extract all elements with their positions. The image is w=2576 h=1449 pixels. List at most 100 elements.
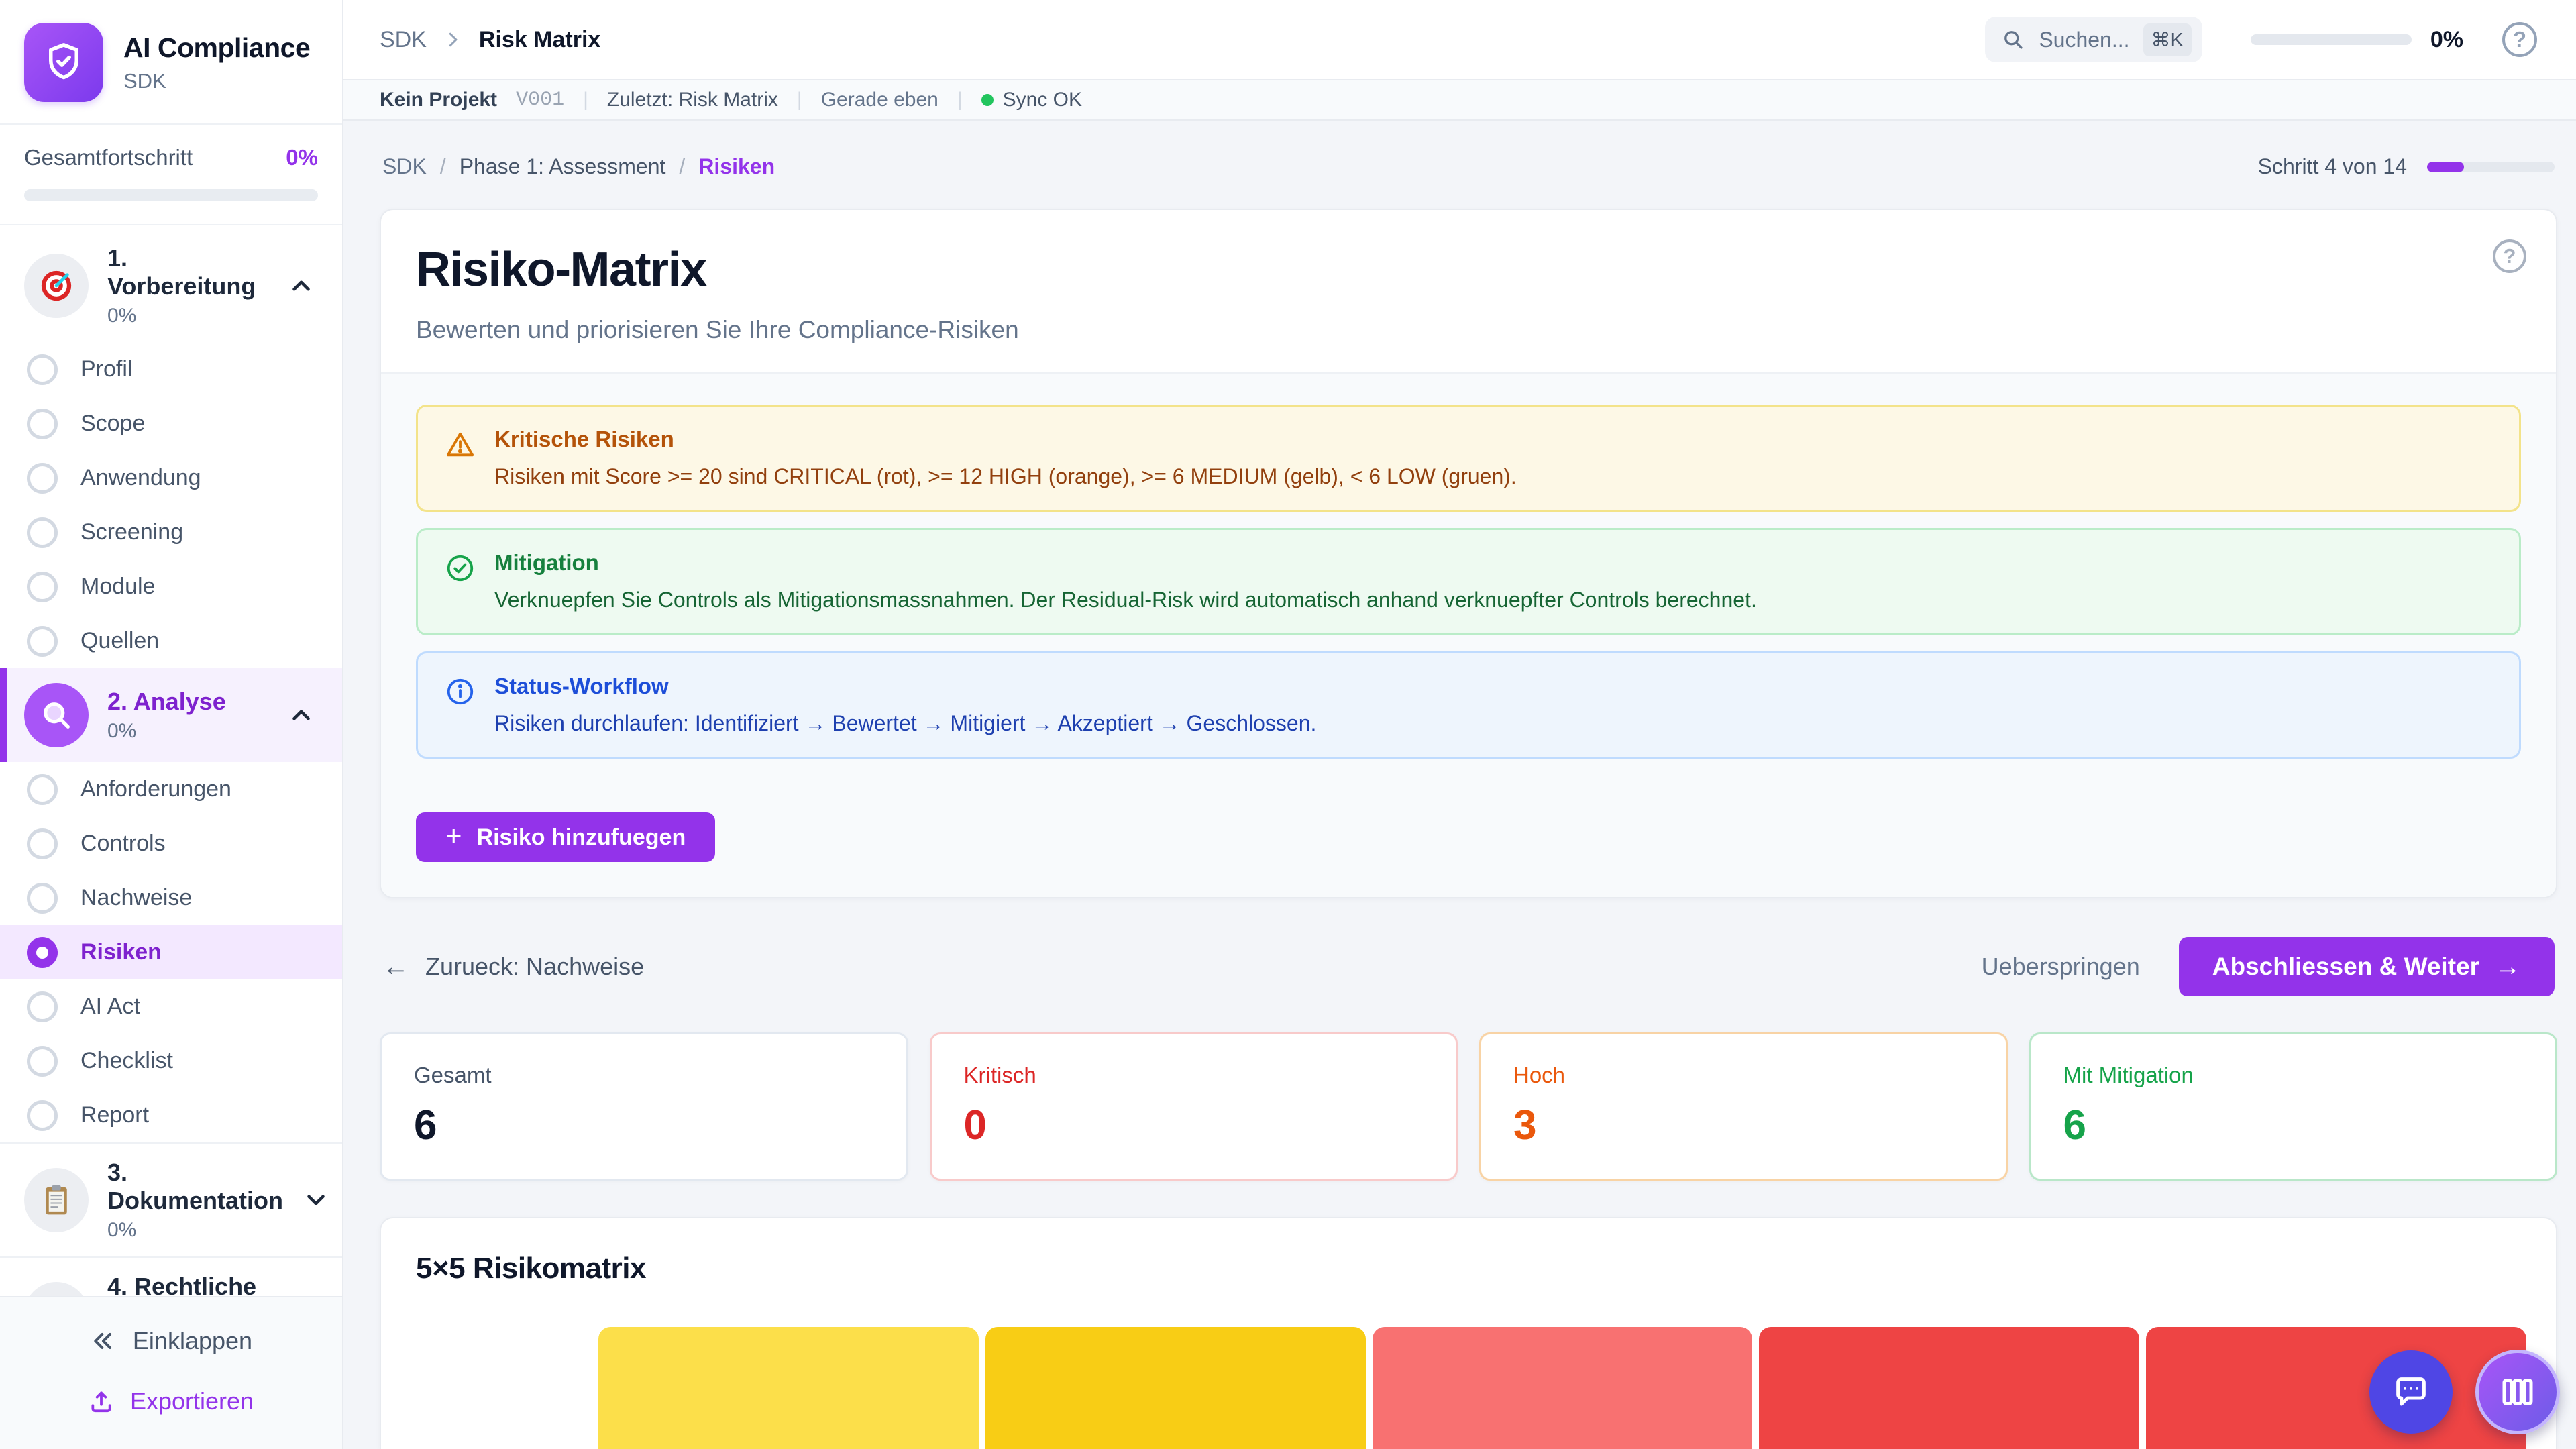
finish-next-button[interactable]: Abschliessen & Weiter →	[2179, 937, 2555, 996]
stat-value: 0	[964, 1102, 1424, 1149]
breadcrumb-current: Risk Matrix	[479, 27, 600, 53]
add-risk-label: Risiko hinzufuegen	[477, 824, 686, 851]
collapse-label: Einklappen	[133, 1327, 252, 1355]
sync-label: Sync OK	[1003, 89, 1082, 111]
radio-selected-icon	[27, 937, 58, 968]
page-subtitle: Bewerten und priorisieren Sie Ihre Compl…	[416, 316, 2521, 344]
matrix-cell[interactable]	[598, 1327, 979, 1449]
radio-icon	[27, 354, 58, 385]
crumb-phase[interactable]: Phase 1: Assessment	[460, 154, 666, 179]
sidebar-item-label: Module	[80, 574, 156, 600]
search-icon	[2001, 28, 2025, 52]
stat-value: 6	[414, 1102, 874, 1149]
clipboard-icon	[24, 1168, 89, 1232]
overall-progress-label: Gesamtfortschritt	[24, 145, 193, 170]
export-button[interactable]: Exportieren	[89, 1387, 254, 1415]
breadcrumb-root[interactable]: SDK	[380, 27, 427, 53]
board-columns-fab-button[interactable]	[2475, 1350, 2560, 1434]
chevron-up-icon	[287, 701, 315, 729]
sidebar-section-rechtliche-texte[interactable]: 4. Rechtliche Texte 0%	[0, 1256, 342, 1296]
search-placeholder: Suchen...	[2039, 28, 2129, 52]
collapse-sidebar-button[interactable]: Einklappen	[90, 1327, 252, 1355]
help-icon[interactable]: ?	[2502, 22, 2537, 57]
sidebar-item-label: Nachweise	[80, 885, 192, 911]
last-saved-time: Gerade eben	[821, 89, 938, 111]
sidebar-item-report[interactable]: Report	[0, 1088, 342, 1142]
section-label: 4. Rechtliche Texte	[107, 1273, 268, 1296]
sidebar-item-label: AI Act	[80, 994, 140, 1020]
sidebar-section-dokumentation[interactable]: 3. Dokumentation 0%	[0, 1142, 342, 1256]
separator: |	[583, 89, 588, 111]
content: SDK / Phase 1: Assessment / Risiken Schr…	[343, 121, 2576, 1449]
sidebar-item-quellen[interactable]: Quellen	[0, 614, 342, 668]
info-circle-icon	[445, 676, 476, 737]
sidebar-item-checklist[interactable]: Checklist	[0, 1034, 342, 1088]
search-icon	[24, 683, 89, 747]
sidebar-item-anforderungen[interactable]: Anforderungen	[0, 762, 342, 816]
sidebar-item-ai-act[interactable]: AI Act	[0, 979, 342, 1034]
sidebar-item-profil[interactable]: Profil	[0, 342, 342, 396]
mitigation-alert: Mitigation Verknuepfen Sie Controls als …	[416, 528, 2521, 635]
chevron-down-icon	[302, 1186, 330, 1214]
back-button[interactable]: ← Zurueck: Nachweise	[382, 952, 644, 982]
help-icon[interactable]: ?	[2493, 239, 2526, 273]
sidebar-item-label: Profil	[80, 356, 132, 382]
step-progress-fill	[2427, 162, 2464, 172]
sidebar-section-vorbereitung[interactable]: 1. Vorbereitung 0%	[0, 229, 342, 342]
sidebar-item-module[interactable]: Module	[0, 559, 342, 614]
status-bar: Kein Projekt V001 | Zuletzt: Risk Matrix…	[343, 80, 2576, 121]
add-risk-button[interactable]: + Risiko hinzufuegen	[416, 812, 715, 862]
separator: |	[797, 89, 802, 111]
alert-body: Risiken mit Score >= 20 sind CRITICAL (r…	[494, 463, 1517, 490]
search-input[interactable]: Suchen... ⌘K	[1985, 17, 2202, 62]
sidebar-item-label: Screening	[80, 519, 183, 545]
stat-card-hoch: Hoch 3	[1479, 1032, 2008, 1181]
risk-card-body: Kritische Risiken Risiken mit Score >= 2…	[381, 372, 2556, 897]
double-chevron-left-icon	[90, 1328, 117, 1354]
arrow-left-icon: ←	[382, 952, 409, 982]
sidebar-nav: 1. Vorbereitung 0% Profil Scope Anwendun…	[0, 225, 342, 1296]
sidebar-item-risiken[interactable]: Risiken	[0, 925, 342, 979]
stat-card-kritisch: Kritisch 0	[930, 1032, 1458, 1181]
memo-pencil-icon	[24, 1282, 89, 1296]
radio-icon	[27, 463, 58, 494]
topbar: SDK Risk Matrix Suchen... ⌘K 0% ?	[343, 0, 2576, 80]
sidebar-item-controls[interactable]: Controls	[0, 816, 342, 871]
alert-body: Risiken durchlaufen: Identifiziert → Bew…	[494, 710, 1316, 737]
sidebar-item-screening[interactable]: Screening	[0, 505, 342, 559]
page-breadcrumb: SDK / Phase 1: Assessment / Risiken Schr…	[380, 154, 2557, 179]
sidebar-item-nachweise[interactable]: Nachweise	[0, 871, 342, 925]
section-label: 2. Analyse	[107, 688, 226, 716]
radio-icon	[27, 883, 58, 914]
risk-matrix-card: Risiko-Matrix Bewerten und priorisieren …	[380, 209, 2557, 898]
chat-fab-button[interactable]	[2369, 1350, 2453, 1434]
radio-icon	[27, 991, 58, 1022]
alert-title: Status-Workflow	[494, 674, 1316, 699]
sidebar-item-label: Anforderungen	[80, 776, 231, 802]
floating-buttons	[2369, 1350, 2560, 1434]
search-shortcut-kbd: ⌘K	[2143, 23, 2192, 56]
crumb-sdk[interactable]: SDK	[382, 154, 427, 179]
radio-icon	[27, 1100, 58, 1131]
matrix-cell[interactable]	[985, 1327, 1366, 1449]
app-title: AI Compliance	[123, 32, 310, 64]
plus-icon: +	[445, 820, 462, 852]
sidebar: AI Compliance SDK Gesamtfortschritt 0%	[0, 0, 343, 1449]
sidebar-item-scope[interactable]: Scope	[0, 396, 342, 451]
crumb-current: Risiken	[698, 154, 775, 179]
stat-card-mit-mitigation: Mit Mitigation 6	[2029, 1032, 2558, 1181]
sidebar-section-analyse[interactable]: 2. Analyse 0%	[0, 668, 342, 762]
skip-button[interactable]: Ueberspringen	[1982, 953, 2140, 981]
risk-matrix-grid-card: 5×5 Risikomatrix	[380, 1217, 2557, 1449]
sidebar-item-label: Scope	[80, 411, 145, 437]
sync-status: Sync OK	[981, 89, 1082, 111]
matrix-cell[interactable]	[1759, 1327, 2139, 1449]
sidebar-item-anwendung[interactable]: Anwendung	[0, 451, 342, 505]
section-progress: 0%	[107, 720, 226, 743]
matrix-cell[interactable]	[1373, 1327, 1753, 1449]
chevron-up-icon	[287, 272, 315, 300]
topbar-progress-track	[2251, 34, 2412, 45]
sidebar-item-label: Anwendung	[80, 465, 201, 491]
sidebar-item-label: Controls	[80, 830, 166, 857]
stat-value: 6	[2063, 1102, 2524, 1149]
